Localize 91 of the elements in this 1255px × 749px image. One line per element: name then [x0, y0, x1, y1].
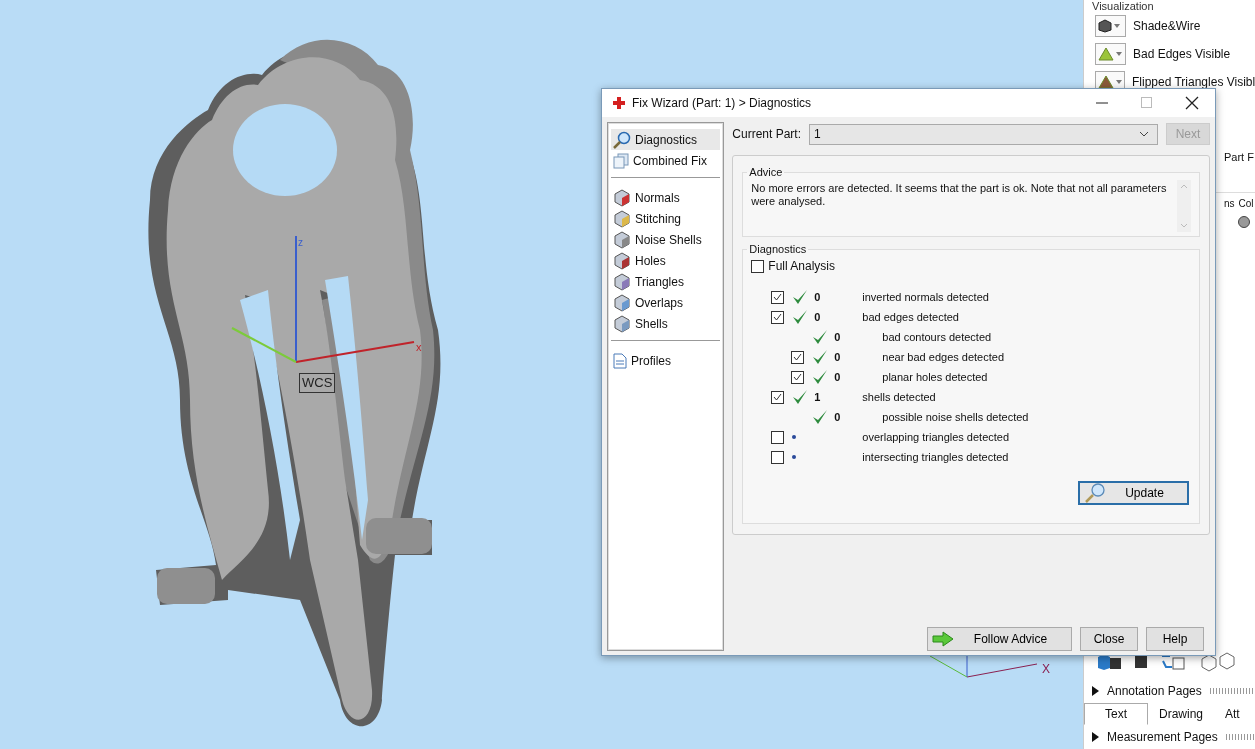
cube-icon [613, 230, 631, 249]
nav-item[interactable]: Shells [611, 313, 721, 334]
check-label: overlapping triangles detected [862, 431, 1010, 443]
check-label: planar holes detected [881, 371, 988, 383]
checkbox[interactable] [771, 390, 785, 404]
count-value: 0 [834, 351, 841, 363]
update-button[interactable]: Update [1078, 481, 1189, 505]
cube-icon [1098, 19, 1112, 33]
arrow-right-icon [932, 631, 954, 647]
window-title: Fix Wizard (Part: 1) > Diagnostics [632, 96, 812, 110]
axis-label: z [298, 237, 303, 248]
check-label: bad contours detected [881, 331, 992, 343]
pages-icon [613, 152, 629, 169]
caret-icon [1114, 24, 1120, 28]
cube-icon [613, 293, 631, 312]
count-value: 0 [814, 291, 821, 303]
option-label: Bad Edges Visible [1133, 47, 1231, 61]
cross-icon [612, 96, 626, 110]
advice-text: No more errors are detected. It seems that the part is ok. Note that not all parameters were analysed. [751, 181, 1168, 209]
cubes-icon[interactable] [1198, 651, 1238, 673]
check-label: bad edges detected [862, 311, 959, 323]
nav-item[interactable]: Noise Shells [611, 229, 721, 250]
section-header[interactable]: Measurement Pages [1107, 730, 1218, 744]
caret-icon [1116, 80, 1122, 84]
checkbox[interactable] [771, 310, 785, 324]
cube-icon [613, 251, 631, 270]
check-label: inverted normals detected [862, 291, 989, 303]
axis-label: X [1042, 662, 1050, 676]
column-header: ns [1224, 197, 1235, 209]
option-label: Shade&Wire [1133, 19, 1201, 33]
caret-icon [1116, 52, 1122, 56]
checkbox-icon[interactable] [1134, 655, 1148, 669]
count-value: 0 [814, 311, 821, 323]
color-swatch [1238, 216, 1250, 228]
nav-item[interactable]: Triangles [611, 271, 721, 292]
expand-arrow[interactable] [1092, 732, 1099, 742]
count-value: 1 [814, 391, 821, 403]
option-label: Flipped Triangles Visibl [1132, 75, 1255, 89]
check-label: shells detected [862, 391, 936, 403]
check-label: intersecting triangles detected [862, 451, 1009, 463]
nav-item[interactable]: Stitching [611, 208, 721, 229]
part-tab[interactable]: Part F [1224, 151, 1254, 163]
wcs-label: WCS [299, 373, 336, 393]
nav-item[interactable]: Overlaps [611, 292, 721, 313]
cube-icon [613, 272, 631, 291]
nav-item[interactable]: Diagnostics [611, 129, 721, 150]
nav-item[interactable]: Profiles [611, 350, 721, 371]
part-dropdown[interactable]: 1 [809, 123, 1158, 145]
checkbox-label: Full Analysis [768, 259, 835, 273]
follow-advice-button[interactable]: Follow Advice [927, 627, 1072, 651]
checkbox[interactable] [791, 350, 805, 364]
count-value: 0 [834, 371, 841, 383]
close-icon[interactable] [1185, 96, 1199, 110]
tab[interactable]: Att [1214, 703, 1251, 725]
section-header[interactable]: Annotation Pages [1107, 684, 1202, 698]
cube-check-icon[interactable] [1096, 653, 1122, 671]
group-title: Diagnostics [748, 243, 808, 255]
swap-icon[interactable] [1160, 653, 1186, 671]
checkbox[interactable] [771, 450, 785, 464]
checkbox[interactable] [771, 430, 785, 444]
search-icon [1084, 483, 1106, 503]
nav-item[interactable]: Normals [611, 187, 721, 208]
group-title: Advice [748, 166, 784, 178]
field-label: Current Part: [732, 127, 801, 141]
display-mode-button[interactable] [1095, 15, 1126, 37]
check-label: possible noise shells detected [881, 411, 1029, 423]
help-button[interactable]: Help [1146, 627, 1204, 651]
triangle-icon [1098, 47, 1114, 61]
count-value: 0 [834, 331, 841, 343]
maximize-icon [1141, 97, 1153, 109]
cube-icon [613, 188, 631, 207]
checkbox[interactable] [791, 370, 805, 384]
count-value: 0 [834, 411, 841, 423]
checkbox[interactable] [751, 259, 765, 273]
cube-icon [613, 209, 631, 228]
checkbox[interactable] [771, 290, 785, 304]
section-title: Visualization [1092, 0, 1155, 12]
expand-arrow[interactable] [1092, 686, 1099, 696]
check-label: near bad edges detected [881, 351, 1004, 363]
search-icon [613, 130, 631, 149]
tab[interactable]: Drawing [1148, 703, 1215, 725]
close-button[interactable]: Close [1080, 627, 1138, 651]
axis-label: x [416, 341, 422, 353]
nav-item[interactable]: Combined Fix [611, 150, 721, 171]
cube-icon [613, 314, 631, 333]
chevron-down-icon [1139, 131, 1149, 137]
tab[interactable]: Text [1084, 703, 1148, 725]
column-header: Col [1238, 197, 1254, 209]
nav-item[interactable]: Holes [611, 250, 721, 271]
document-icon [613, 352, 627, 369]
triangle-icon [1098, 75, 1114, 89]
